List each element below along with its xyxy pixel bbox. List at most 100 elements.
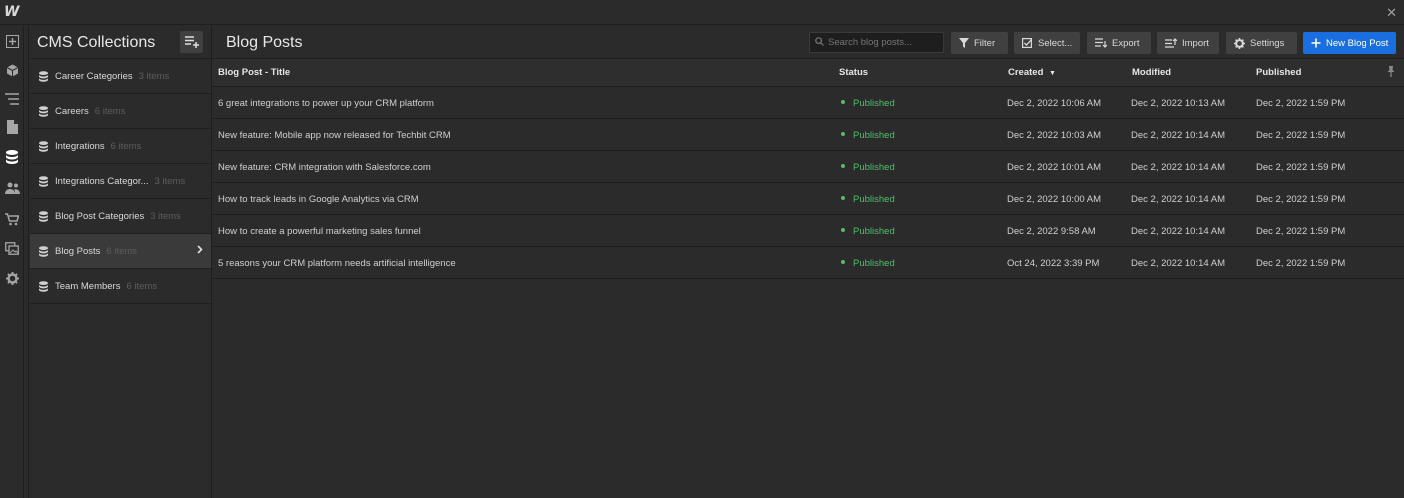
cms-title: CMS Collections [37, 34, 156, 51]
table-row[interactable]: New feature: CRM integration with Salesf… [212, 151, 1404, 183]
ecommerce-icon[interactable] [2, 208, 22, 230]
pages-icon[interactable] [2, 116, 22, 138]
collection-item-integrations-categories[interactable]: Integrations Categor... 3 items [30, 164, 211, 199]
table-body: 6 great integrations to power up your CR… [212, 87, 1404, 279]
box-icon[interactable] [2, 59, 22, 81]
database-icon [39, 280, 48, 292]
cell-created: Dec 2, 2022 9:58 AM [1007, 226, 1096, 237]
status-text: Published [853, 258, 895, 269]
collection-name: Blog Posts [55, 245, 101, 257]
cell-published: Dec 2, 2022 1:59 PM [1256, 130, 1346, 141]
cell-published: Dec 2, 2022 1:59 PM [1256, 258, 1346, 269]
collection-item-team-members[interactable]: Team Members 6 items [30, 269, 211, 304]
status-badge: Published [841, 258, 895, 269]
top-bar: W ✕ [0, 0, 1404, 25]
collection-count: 3 items [150, 210, 181, 222]
new-blog-post-label: New Blog Post [1326, 37, 1389, 49]
collection-count: 3 items [154, 175, 186, 187]
cell-modified: Dec 2, 2022 10:13 AM [1131, 98, 1226, 109]
pin-icon[interactable] [1386, 66, 1396, 80]
database-icon [39, 175, 48, 187]
users-icon[interactable] [2, 177, 22, 199]
column-created-label: Created [1008, 67, 1044, 78]
column-created[interactable]: Created ▼ [1008, 67, 1056, 78]
collection-item-blog-posts[interactable]: Blog Posts 6 items [30, 234, 211, 269]
collection-name: Integrations Categor... [55, 175, 149, 187]
status-text: Published [853, 162, 895, 173]
collection-item-blog-post-categories[interactable]: Blog Post Categories 3 items [30, 199, 211, 234]
page-title: Blog Posts [226, 34, 303, 51]
collection-name: Integrations [55, 140, 105, 152]
sort-down-icon: ▼ [1049, 70, 1056, 77]
cell-published: Dec 2, 2022 1:59 PM [1256, 162, 1346, 173]
add-panel-icon[interactable] [2, 30, 22, 52]
collection-item-careers[interactable]: Careers 6 items [30, 94, 211, 129]
filter-icon [959, 38, 969, 48]
column-published[interactable]: Published [1256, 67, 1301, 78]
cell-created: Oct 24, 2022 3:39 PM [1007, 258, 1100, 269]
search-input[interactable] [809, 32, 944, 53]
collection-count: 6 items [106, 245, 138, 257]
collection-name: Careers [55, 105, 89, 117]
select-label: Select... [1038, 37, 1073, 49]
table-row[interactable]: 6 great integrations to power up your CR… [212, 87, 1404, 119]
collection-count: 3 items [138, 70, 170, 82]
export-icon [1095, 38, 1107, 48]
status-dot [841, 260, 845, 265]
status-dot [841, 196, 845, 201]
status-badge: Published [841, 130, 895, 141]
settings-button[interactable]: Settings [1226, 32, 1297, 54]
collection-name: Career Categories [55, 70, 133, 82]
cms-header: CMS Collections [30, 26, 211, 59]
navigator-icon[interactable] [2, 88, 22, 110]
collection-count: 6 items [94, 105, 126, 117]
status-text: Published [853, 98, 895, 109]
column-modified[interactable]: Modified [1132, 67, 1171, 78]
table-row[interactable]: 5 reasons your CRM platform needs artifi… [212, 247, 1404, 279]
cms-collections-panel: CMS Collections Career Categories 3 item… [30, 26, 212, 498]
add-collection-icon [184, 36, 199, 48]
cms-icon[interactable] [2, 146, 22, 168]
status-dot [841, 100, 845, 105]
column-status[interactable]: Status [839, 67, 868, 78]
database-icon [39, 210, 48, 222]
status-dot [841, 228, 845, 233]
status-badge: Published [841, 98, 895, 109]
settings-label: Settings [1250, 37, 1285, 49]
table-row[interactable]: How to track leads in Google Analytics v… [212, 183, 1404, 215]
status-dot [841, 132, 845, 137]
status-badge: Published [841, 162, 895, 173]
cell-published: Dec 2, 2022 1:59 PM [1256, 226, 1346, 237]
cell-published: Dec 2, 2022 1:59 PM [1256, 194, 1346, 205]
cell-published: Dec 2, 2022 1:59 PM [1256, 98, 1346, 109]
filter-label: Filter [974, 37, 996, 49]
collection-item-career-categories[interactable]: Career Categories 3 items [30, 59, 211, 94]
select-button[interactable]: Select... [1014, 32, 1080, 54]
filter-button[interactable]: Filter [951, 32, 1008, 54]
import-button[interactable]: Import [1157, 32, 1219, 54]
column-title[interactable]: Blog Post - Title [218, 67, 290, 78]
cell-title: 6 great integrations to power up your CR… [218, 98, 434, 109]
status-text: Published [853, 130, 895, 141]
assets-icon[interactable] [2, 237, 22, 259]
chevron-right-icon [197, 245, 203, 257]
table-row[interactable]: How to create a powerful marketing sales… [212, 215, 1404, 247]
add-collection-button[interactable] [180, 31, 203, 53]
export-button[interactable]: Export [1087, 32, 1151, 54]
search-icon [815, 37, 825, 47]
status-dot [841, 164, 845, 169]
webflow-logo[interactable]: W [4, 4, 22, 21]
database-icon [39, 140, 48, 152]
collection-count: 6 items [126, 280, 158, 292]
new-blog-post-button[interactable]: New Blog Post [1303, 32, 1396, 54]
import-label: Import [1182, 37, 1209, 49]
collection-item-integrations[interactable]: Integrations 6 items [30, 129, 211, 164]
main-panel: Blog Posts Filter Select... Export Impor… [212, 26, 1404, 498]
table-row[interactable]: New feature: Mobile app now released for… [212, 119, 1404, 151]
cell-title: How to track leads in Google Analytics v… [218, 194, 419, 205]
cell-title: New feature: Mobile app now released for… [218, 130, 451, 141]
cell-title: New feature: CRM integration with Salesf… [218, 162, 431, 173]
settings-icon[interactable] [2, 267, 22, 289]
collection-name: Team Members [55, 280, 121, 292]
close-icon[interactable]: ✕ [1386, 5, 1397, 21]
